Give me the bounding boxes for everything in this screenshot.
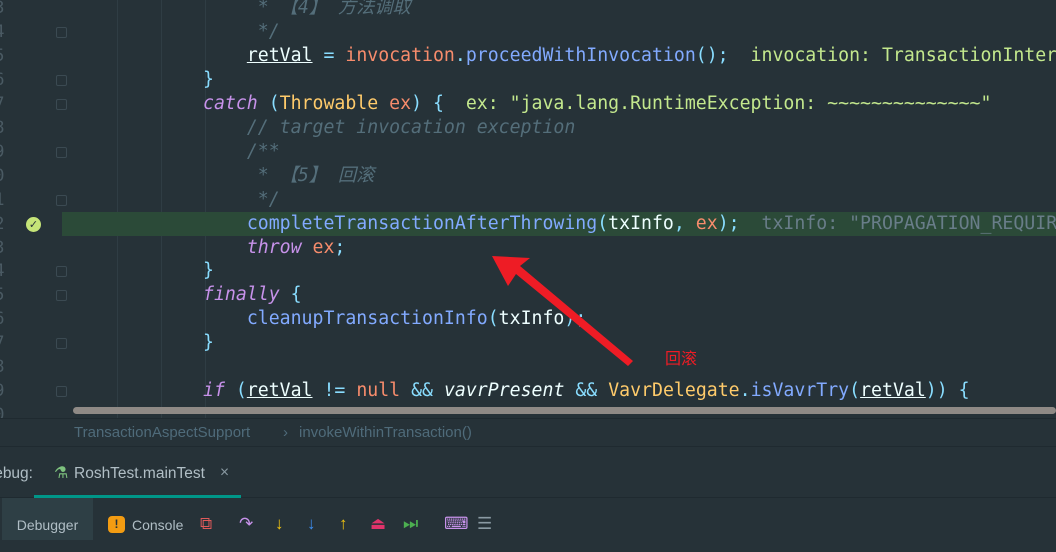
warning-icon: ! <box>108 516 125 533</box>
test-icon: ⚗ <box>54 465 69 482</box>
debugger-tab[interactable]: Debugger <box>2 498 93 540</box>
debug-tabs: Debug: ⚗ RoshTest.mainTest × <box>0 447 1056 498</box>
annotation-label: 回滚 <box>665 349 698 368</box>
frames-icon[interactable]: ⧉ <box>200 514 212 534</box>
step-out-icon[interactable]: ↑ <box>339 514 348 534</box>
code-editor[interactable]: 83 * 【4】 方法调取84 */85 retVal = invocation… <box>0 0 1056 418</box>
breadcrumb-method[interactable]: invokeWithinTransaction() <box>299 419 472 447</box>
debug-toolbar: Debugger ! Console ⧉ ↷ ↓ ↓ ↑ ⏏ ⏭ ⌨ ☰ <box>0 498 1056 540</box>
breadcrumb: TransactionAspectSupport › invokeWithinT… <box>0 418 1056 447</box>
horizontal-scrollbar[interactable] <box>73 407 1056 414</box>
trace-icon[interactable]: ☰ <box>477 514 492 534</box>
step-into-icon[interactable]: ↓ <box>275 514 284 534</box>
tab-roshtest-maintest[interactable]: ⚗ RoshTest.mainTest × <box>34 447 241 498</box>
tab-label: RoshTest.mainTest <box>74 465 205 482</box>
breadcrumb-class[interactable]: TransactionAspectSupport <box>74 419 250 447</box>
step-over-icon[interactable]: ↷ <box>239 514 253 534</box>
close-icon[interactable]: × <box>220 464 229 482</box>
force-step-into-icon[interactable]: ↓ <box>307 514 316 534</box>
console-tab[interactable]: Console <box>132 517 183 533</box>
drop-frame-icon[interactable]: ⏏ <box>370 514 386 534</box>
debug-label: Debug: <box>0 465 33 482</box>
breadcrumb-separator: › <box>283 424 288 441</box>
run-to-cursor-icon[interactable]: ⏭ <box>403 514 418 534</box>
evaluate-icon[interactable]: ⌨ <box>444 514 469 534</box>
annotation-arrow <box>492 256 633 366</box>
